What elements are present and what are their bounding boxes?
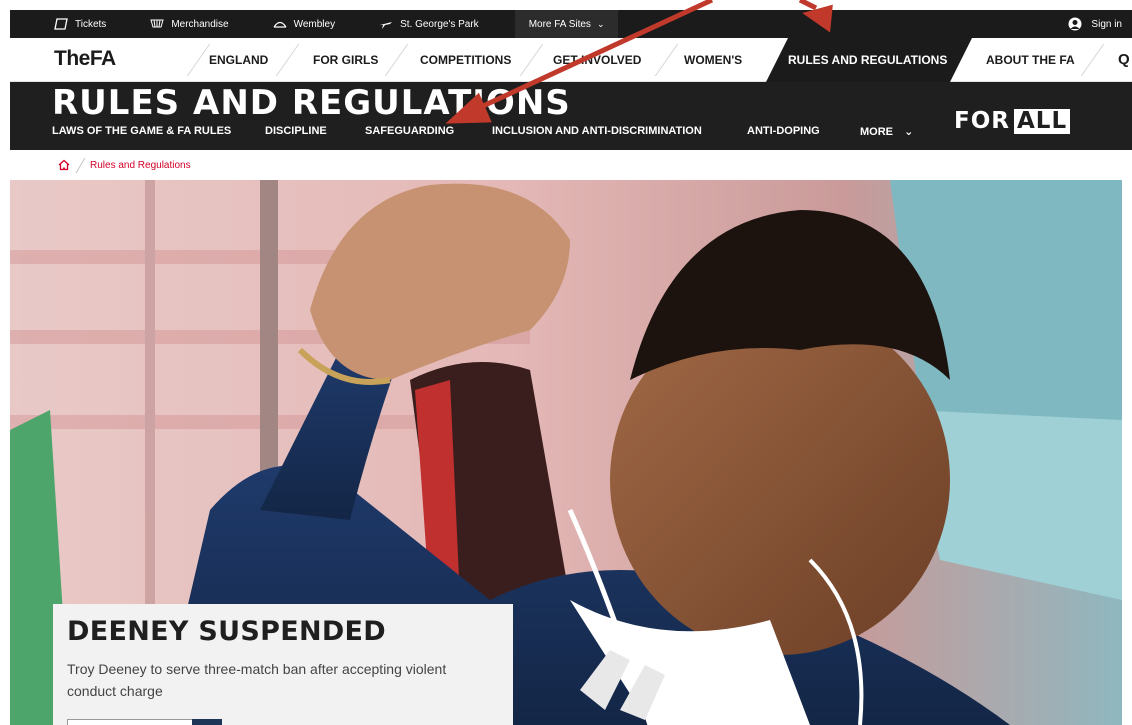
nav-item-womens[interactable]: WOMEN'S xyxy=(684,53,742,67)
nav-item-for-girls[interactable]: FOR GIRLS xyxy=(313,53,378,67)
st-georges-park-label: St. George's Park xyxy=(400,18,479,30)
tickets-label: Tickets xyxy=(75,18,107,30)
merchandise-label: Merchandise xyxy=(171,18,229,30)
nav-separator xyxy=(384,44,409,76)
more-fa-sites-dropdown[interactable]: More FA Sites ⌄ xyxy=(514,10,619,38)
user-icon xyxy=(1068,17,1082,31)
read-more-arrow-icon xyxy=(192,719,222,725)
plane-icon xyxy=(380,22,393,29)
wembley-link[interactable]: Wembley xyxy=(273,10,336,38)
sign-in-label: Sign in xyxy=(1091,18,1122,30)
for-all-campaign-logo[interactable]: FOR ALL xyxy=(954,108,1071,134)
hero-headline[interactable]: DEENEY SUSPENDED xyxy=(67,616,386,647)
for-all-prefix: FOR xyxy=(954,108,1010,134)
section-title: RULES AND REGULATIONS xyxy=(52,83,571,123)
tickets-link[interactable]: Tickets xyxy=(54,10,106,38)
search-button[interactable]: Q xyxy=(1118,51,1130,68)
basket-icon xyxy=(150,19,164,28)
subnav-more-label: MORE xyxy=(860,126,893,138)
section-header: RULES AND REGULATIONS LAWS OF THE GAME &… xyxy=(10,82,1132,150)
fa-logo[interactable]: TheFA xyxy=(54,47,116,71)
main-nav: TheFA ENGLAND FOR GIRLS COMPETITIONS GET… xyxy=(10,38,1132,82)
hero-story-card[interactable]: DEENEY SUSPENDED Troy Deeney to serve th… xyxy=(53,604,513,725)
subnav-safeguarding[interactable]: SAFEGUARDING xyxy=(365,125,454,137)
subnav-discipline[interactable]: DISCIPLINE xyxy=(265,125,327,137)
home-icon[interactable] xyxy=(58,159,70,171)
nav-separator xyxy=(519,44,544,76)
chevron-down-icon: ⌄ xyxy=(596,18,605,29)
ticket-icon xyxy=(54,18,68,30)
breadcrumb-current[interactable]: Rules and Regulations xyxy=(90,160,191,171)
breadcrumb-separator xyxy=(75,157,86,173)
breadcrumb: Rules and Regulations xyxy=(10,150,1132,180)
wembley-arch-icon xyxy=(273,21,287,28)
nav-item-about-the-fa[interactable]: ABOUT THE FA xyxy=(986,53,1075,67)
utility-bar: Tickets Merchandise Wembley St. George's… xyxy=(10,10,1132,38)
nav-item-competitions[interactable]: COMPETITIONS xyxy=(420,53,511,67)
hero-summary: Troy Deeney to serve three-match ban aft… xyxy=(67,661,447,699)
merchandise-link[interactable]: Merchandise xyxy=(150,10,229,38)
nav-separator xyxy=(1080,44,1105,76)
nav-item-england[interactable]: ENGLAND xyxy=(209,53,268,67)
chevron-down-icon: ⌄ xyxy=(904,126,914,138)
st-georges-park-link[interactable]: St. George's Park xyxy=(379,10,479,38)
nav-item-get-involved[interactable]: GET INVOLVED xyxy=(553,53,641,67)
nav-separator xyxy=(186,44,211,76)
nav-separator xyxy=(654,44,679,76)
for-all-box: ALL xyxy=(1013,108,1071,134)
nav-item-rules-and-regulations[interactable]: RULES AND REGULATIONS xyxy=(788,53,947,67)
subnav-laws-of-the-game[interactable]: LAWS OF THE GAME & FA RULES xyxy=(52,125,231,137)
sign-in-link[interactable]: Sign in xyxy=(1067,17,1122,31)
nav-separator xyxy=(275,44,300,76)
more-fa-sites-label: More FA Sites xyxy=(528,18,591,30)
wembley-label: Wembley xyxy=(293,18,336,30)
subnav-anti-doping[interactable]: ANTI-DOPING xyxy=(747,125,820,137)
subnav-inclusion[interactable]: INCLUSION AND ANTI-DISCRIMINATION xyxy=(492,125,702,137)
subnav-more-dropdown[interactable]: MORE ⌄ xyxy=(860,125,913,138)
